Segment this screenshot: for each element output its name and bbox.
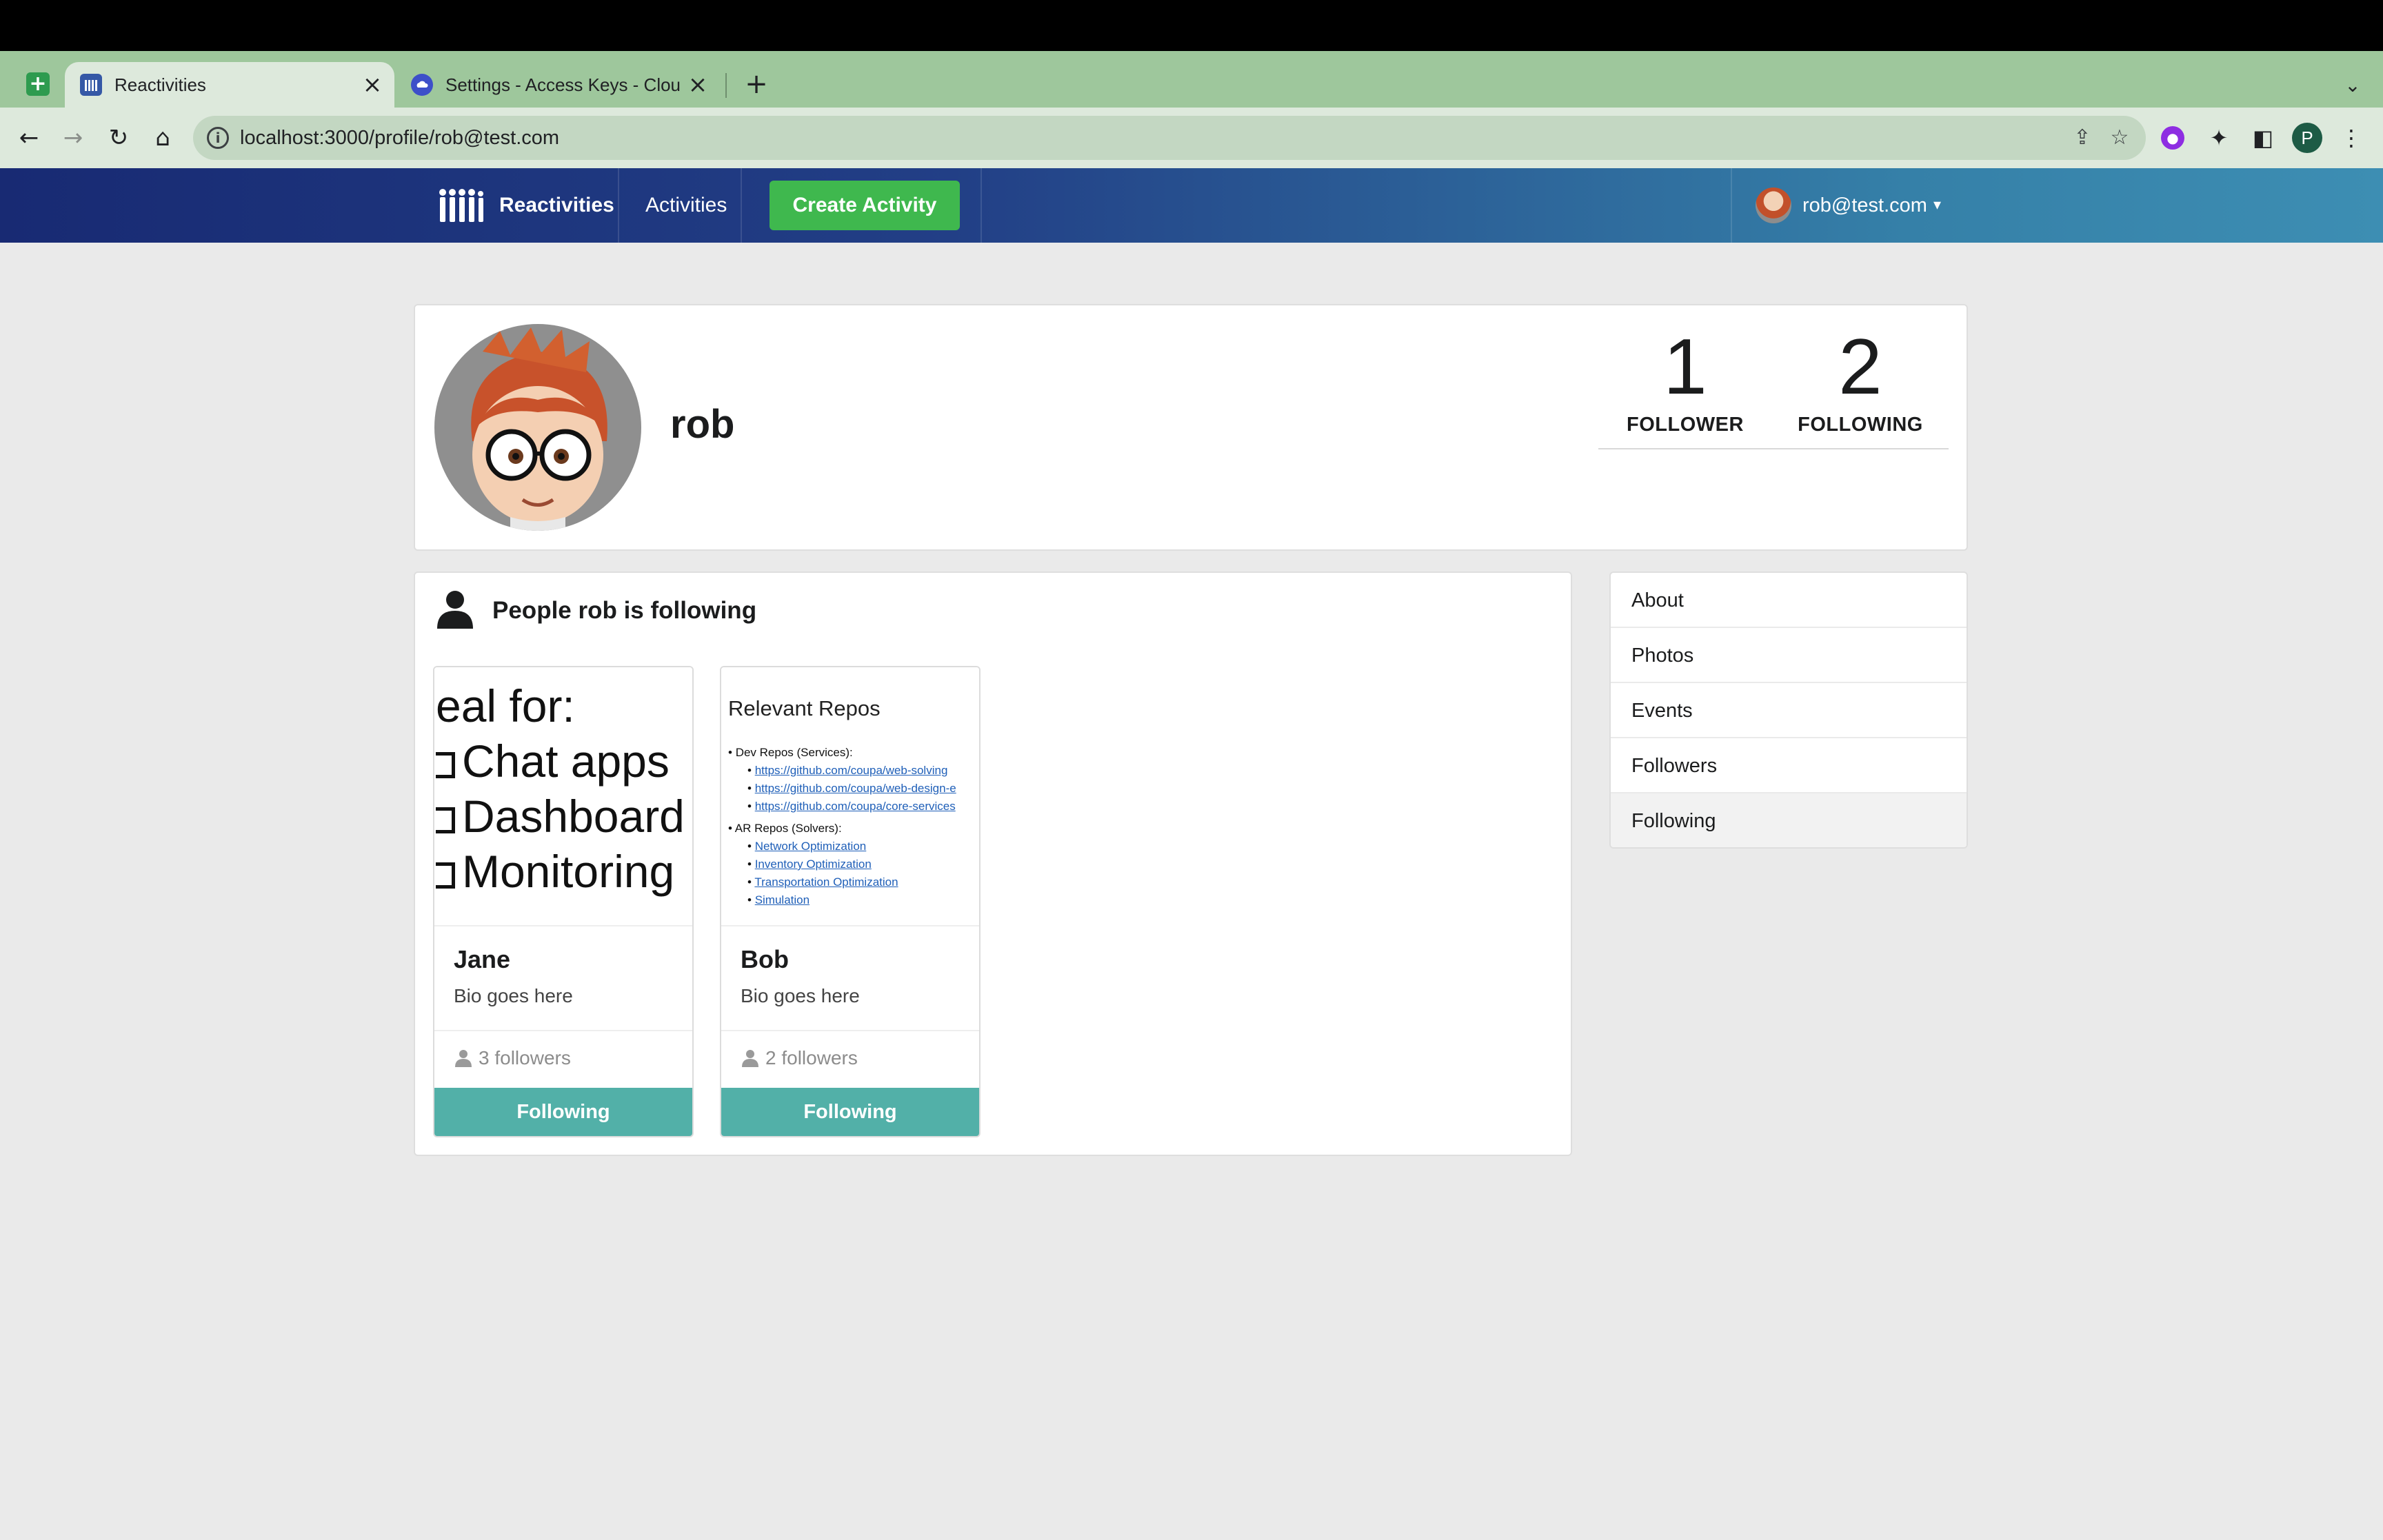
profile-card-jane[interactable]: eal for: Chat apps Dashboard Monitoring …	[433, 666, 694, 1137]
tab-title: Settings - Access Keys - Clou	[445, 74, 681, 95]
reload-icon[interactable]: ↻	[103, 123, 134, 153]
address-bar-url[interactable]: localhost:3000/profile/rob@test.com	[240, 124, 559, 152]
card-bio: Bio goes here	[454, 985, 573, 1006]
cloud-favicon-icon	[411, 74, 433, 96]
tab-close-icon[interactable]: ×	[684, 73, 712, 97]
following-button[interactable]: Following	[721, 1088, 979, 1136]
card-divider	[434, 1030, 692, 1031]
following-count: 2	[1838, 323, 1882, 411]
menu-item-about[interactable]: About	[1611, 573, 1967, 628]
forward-arrow-icon[interactable]: →	[58, 123, 88, 153]
card-image: eal for: Chat apps Dashboard Monitoring	[434, 667, 692, 926]
nav-divider	[741, 168, 742, 243]
menu-item-following[interactable]: Following	[1611, 793, 1967, 847]
thumb-text-line: eal for:	[436, 680, 575, 731]
profile-name: rob	[670, 402, 735, 447]
card-image: Relevant Repos • Dev Repos (Services): •…	[721, 667, 979, 926]
panel-title: People rob is following	[492, 597, 757, 624]
nav-divider	[1731, 168, 1732, 243]
user-menu-caret-icon[interactable]: ▾	[1933, 194, 1941, 216]
user-icon	[437, 591, 473, 629]
thumb-bullet: • Inventory Optimization	[747, 858, 872, 871]
tab-reactivities[interactable]: Reactivities ×	[65, 62, 394, 108]
profile-card-bob[interactable]: Relevant Repos • Dev Repos (Services): •…	[720, 666, 981, 1137]
thumb-bullet: • https://github.com/coupa/web-design-e	[747, 782, 956, 795]
thumb-bullet: • Simulation	[747, 893, 810, 906]
card-followers-count: 3 followers	[479, 1047, 571, 1068]
browser-menu-icon[interactable]: ⋮	[2336, 123, 2366, 153]
card-divider	[721, 1030, 979, 1031]
profile-avatar	[434, 324, 641, 531]
thumb-bullet: • Transportation Optimization	[747, 875, 898, 889]
followers-statistic: 1 FOLLOWER	[1602, 324, 1768, 438]
following-statistic: 2 FOLLOWING	[1778, 324, 1943, 438]
thumb-bullet: • AR Repos (Solvers):	[728, 822, 842, 835]
user-icon	[455, 1050, 472, 1067]
thumb-bullet: • Network Optimization	[747, 840, 867, 853]
menu-item-events[interactable]: Events	[1611, 683, 1967, 738]
user-icon	[742, 1050, 758, 1067]
brand-name[interactable]: Reactivities	[499, 192, 614, 219]
home-icon[interactable]: ⌂	[148, 123, 178, 153]
extension-purple-icon[interactable]: ●	[2161, 126, 2184, 150]
nav-divider	[981, 168, 982, 243]
site-info-icon[interactable]: i	[207, 127, 229, 149]
menu-item-followers[interactable]: Followers	[1611, 738, 1967, 793]
tab-separator	[725, 73, 727, 98]
user-avatar[interactable]	[1756, 188, 1791, 223]
thumb-text-line: Chat apps	[436, 733, 670, 789]
followers-count: 1	[1663, 323, 1707, 411]
followers-label: FOLLOWER	[1627, 414, 1744, 436]
profile-side-menu: About Photos Events Followers Following	[1609, 571, 1968, 849]
tab-search-chevron-icon[interactable]: ⌄	[2339, 72, 2366, 99]
reactivities-logo-icon[interactable]	[437, 188, 485, 223]
nav-activities-link[interactable]: Activities	[645, 192, 727, 219]
tab-group-icon[interactable]: +	[26, 72, 50, 96]
thumb-bullet: • Dev Repos (Services):	[728, 746, 853, 759]
following-label: FOLLOWING	[1798, 414, 1923, 436]
side-panel-icon[interactable]: ◧	[2248, 123, 2278, 153]
following-button[interactable]: Following	[434, 1088, 692, 1136]
extensions-puzzle-icon[interactable]: ✦	[2204, 123, 2234, 153]
thumb-bullet: • https://github.com/coupa/web-solving	[747, 764, 948, 777]
card-followers: 2 followers	[741, 1045, 858, 1071]
browser-profile-avatar[interactable]: P	[2292, 123, 2322, 153]
reactivities-favicon-icon	[80, 74, 102, 96]
card-bio: Bio goes here	[741, 985, 860, 1006]
statistic-divider	[1598, 448, 1949, 449]
thumb-text-line: Dashboard	[436, 789, 685, 844]
share-icon[interactable]: ⇪	[2069, 124, 2096, 152]
nav-divider	[618, 168, 619, 243]
back-arrow-icon[interactable]: ←	[14, 123, 44, 153]
thumb-text-line: Monitoring	[436, 844, 674, 899]
new-tab-icon[interactable]: +	[742, 69, 771, 99]
thumb-title: Relevant Repos	[728, 696, 881, 720]
tab-title: Reactivities	[114, 74, 206, 95]
app-navbar	[0, 168, 2383, 243]
tab-close-icon[interactable]: ×	[359, 73, 386, 97]
card-followers-count: 2 followers	[765, 1047, 858, 1068]
os-top-bar	[0, 0, 2383, 51]
user-menu-email[interactable]: rob@test.com	[1802, 192, 1927, 219]
card-name[interactable]: Jane	[454, 943, 510, 976]
thumb-bullet: • https://github.com/coupa/core-services	[747, 800, 956, 813]
menu-item-photos[interactable]: Photos	[1611, 628, 1967, 683]
tab-settings[interactable]: Settings - Access Keys - Clou ×	[396, 62, 720, 108]
bookmark-star-icon[interactable]: ☆	[2106, 124, 2133, 152]
create-activity-button[interactable]: Create Activity	[770, 181, 960, 230]
card-followers: 3 followers	[454, 1045, 571, 1071]
card-name[interactable]: Bob	[741, 943, 789, 976]
